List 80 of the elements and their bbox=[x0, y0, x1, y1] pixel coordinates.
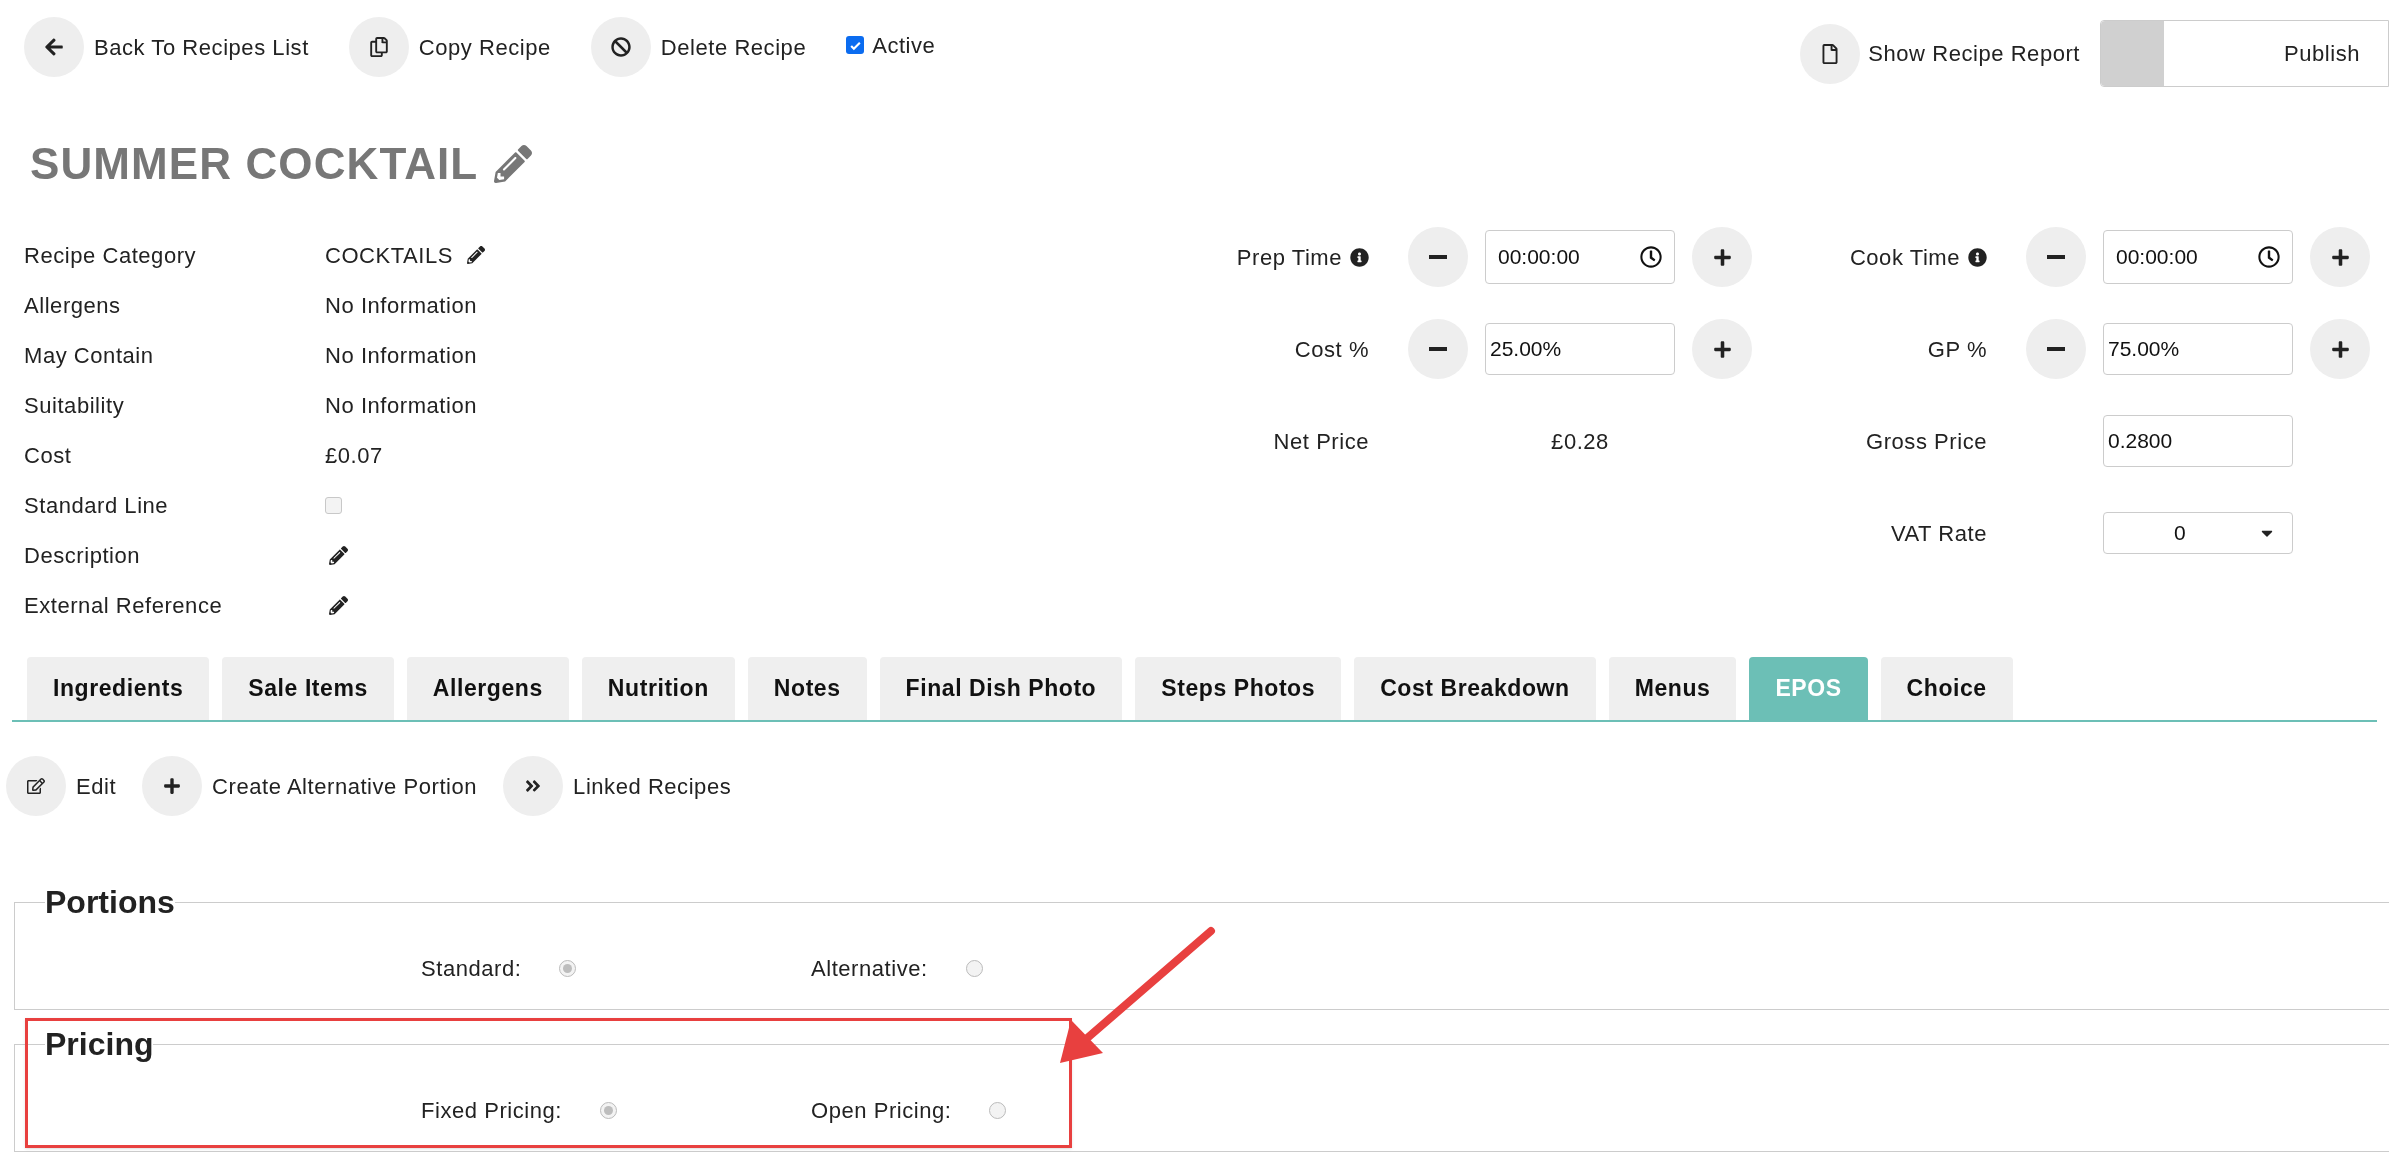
pencil-icon[interactable] bbox=[329, 595, 348, 615]
minus-icon bbox=[1429, 255, 1447, 259]
detail-value: No Information bbox=[325, 341, 477, 370]
tab[interactable]: Cost Breakdown bbox=[1354, 657, 1596, 720]
time-field[interactable]: 00:00:00 bbox=[1485, 230, 1675, 284]
detail-label: External Reference bbox=[24, 591, 224, 620]
plus-icon bbox=[2330, 339, 2350, 359]
input-field[interactable]: 25.00% bbox=[1485, 323, 1675, 375]
input-field[interactable]: 0.2800 bbox=[2103, 415, 2293, 467]
minus-icon bbox=[2047, 255, 2065, 259]
field-label: Gross Price bbox=[1866, 427, 1987, 456]
action-button[interactable]: Linked Recipes bbox=[503, 756, 732, 816]
detail-label: Description bbox=[24, 541, 142, 570]
radio-label: Standard: bbox=[421, 955, 522, 983]
field-label: Net Price bbox=[1273, 427, 1369, 456]
radio-label: Fixed Pricing: bbox=[421, 1097, 562, 1125]
checkbox-label: Active bbox=[872, 31, 936, 60]
field-label: Cost % bbox=[1294, 335, 1369, 364]
tab[interactable]: Notes bbox=[747, 657, 867, 720]
clock-icon bbox=[2258, 246, 2280, 268]
arrow-left-icon bbox=[44, 37, 64, 57]
minus-icon bbox=[2047, 347, 2065, 351]
tab[interactable]: Ingredients bbox=[27, 657, 210, 720]
info-icon[interactable] bbox=[1968, 247, 1987, 267]
section-title: Pricing bbox=[45, 1028, 154, 1060]
radio-label: Open Pricing: bbox=[811, 1097, 952, 1125]
section-title: Portions bbox=[45, 886, 175, 918]
radio-button[interactable] bbox=[559, 960, 577, 977]
recipe-title: SUMMER COCKTAIL bbox=[30, 138, 479, 190]
toolbar-button[interactable]: Back To Recipes List bbox=[24, 17, 309, 77]
detail-label: Standard Line bbox=[24, 491, 170, 520]
plus-icon bbox=[2330, 247, 2350, 267]
radio-button[interactable] bbox=[965, 960, 983, 977]
edit-icon bbox=[27, 777, 45, 795]
toolbar-button[interactable]: Copy Recipe bbox=[348, 17, 551, 77]
minus-icon bbox=[1429, 347, 1447, 351]
tab[interactable]: Choice bbox=[1880, 657, 2013, 720]
plus-icon bbox=[1712, 339, 1732, 359]
tab[interactable]: Sale Items bbox=[222, 657, 394, 720]
action-button[interactable]: Create Alternative Portion bbox=[142, 756, 478, 816]
radio-button[interactable] bbox=[599, 1102, 617, 1119]
active-checkbox[interactable] bbox=[846, 36, 865, 54]
plus-icon bbox=[1712, 247, 1732, 267]
radio-button[interactable] bbox=[989, 1102, 1007, 1119]
publish-toggle[interactable]: Publish bbox=[2100, 20, 2389, 87]
field-label: GP % bbox=[1927, 335, 1987, 364]
field-label: Cook Time bbox=[1849, 243, 1960, 272]
tab[interactable]: Steps Photos bbox=[1135, 657, 1342, 720]
pencil-icon[interactable] bbox=[329, 545, 348, 565]
field-value: £0.28 bbox=[1551, 427, 1609, 456]
tab[interactable]: Final Dish Photo bbox=[879, 657, 1123, 720]
copy-icon bbox=[368, 37, 389, 57]
report-button[interactable]: Show Recipe Report bbox=[1800, 23, 2080, 84]
detail-value: No Information bbox=[325, 291, 477, 320]
detail-label: Allergens bbox=[24, 291, 122, 320]
detail-value: No Information bbox=[325, 391, 477, 420]
tab[interactable]: Allergens bbox=[406, 657, 569, 720]
detail-value: COCKTAILS bbox=[325, 241, 453, 270]
clock-icon bbox=[1640, 246, 1662, 268]
dropdown[interactable]: 0 bbox=[2103, 512, 2293, 554]
plus-icon bbox=[163, 777, 182, 795]
radio-label: Alternative: bbox=[811, 955, 928, 983]
field-label: Prep Time bbox=[1236, 243, 1342, 272]
toolbar-button[interactable]: Delete Recipe bbox=[590, 17, 807, 77]
blocked-icon bbox=[610, 37, 631, 57]
checkbox[interactable] bbox=[325, 496, 342, 514]
tab[interactable]: Menus bbox=[1608, 657, 1737, 720]
input-field[interactable]: 75.00% bbox=[2103, 323, 2293, 375]
time-field[interactable]: 00:00:00 bbox=[2103, 230, 2293, 284]
pencil-icon[interactable] bbox=[467, 246, 485, 264]
field-label: VAT Rate bbox=[1890, 519, 1987, 548]
detail-value: £0.07 bbox=[325, 441, 383, 470]
document-icon bbox=[1820, 43, 1841, 64]
tab[interactable]: Nutrition bbox=[581, 657, 735, 720]
info-icon[interactable] bbox=[1350, 247, 1369, 267]
double-chevron-icon bbox=[524, 777, 543, 795]
detail-label: May Contain bbox=[24, 341, 155, 370]
detail-label: Recipe Category bbox=[24, 241, 198, 270]
detail-label: Cost bbox=[24, 441, 73, 470]
detail-label: Suitability bbox=[24, 391, 126, 420]
